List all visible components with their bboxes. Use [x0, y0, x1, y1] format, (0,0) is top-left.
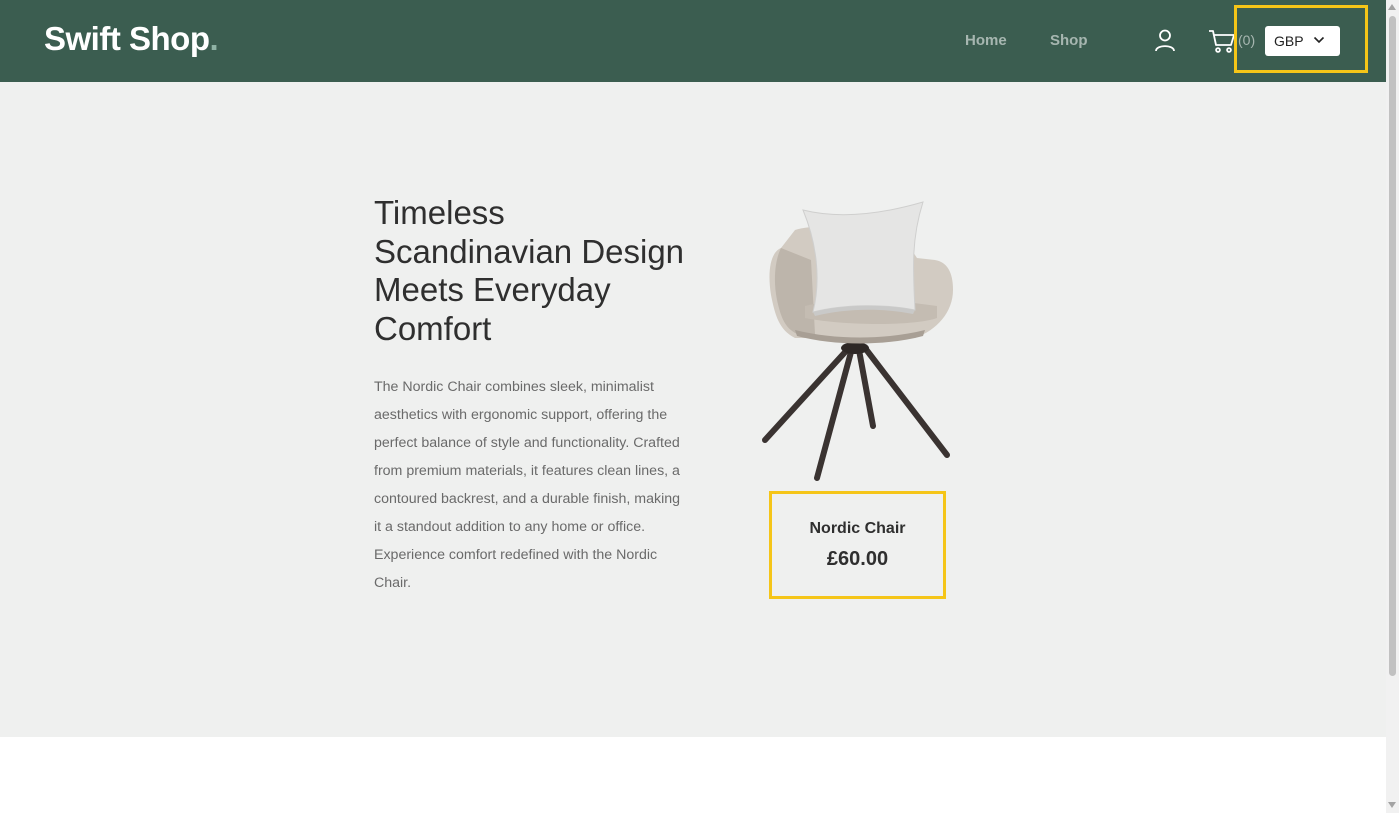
product-name[interactable]: Nordic Chair	[772, 520, 943, 538]
logo[interactable]: Swift Shop.	[44, 20, 219, 58]
site-header: Swift Shop. Home Shop (0) GBP	[0, 0, 1386, 82]
hero-description: The Nordic Chair combines sleek, minimal…	[374, 379, 681, 591]
nav-home-link[interactable]: Home	[965, 32, 1007, 49]
scroll-down-arrow-icon[interactable]	[1388, 802, 1396, 808]
currency-selected-value: GBP	[1274, 33, 1304, 49]
scroll-up-arrow-icon[interactable]	[1388, 4, 1396, 10]
cart-icon[interactable]	[1208, 28, 1236, 54]
logo-text: Swift Shop	[44, 20, 210, 57]
chevron-down-icon	[1313, 36, 1325, 44]
currency-select[interactable]: GBP	[1265, 26, 1340, 56]
scroll-thumb[interactable]	[1389, 16, 1396, 676]
product-price: £60.00	[826, 548, 889, 570]
page-scrollbar[interactable]	[1386, 0, 1399, 813]
product-card[interactable]: Nordic Chair £60.00	[769, 491, 946, 599]
hero-section: Timeless Scandinavian Design Meets Every…	[0, 82, 1386, 737]
nav-shop-link[interactable]: Shop	[1050, 32, 1088, 49]
hero-title: Timeless Scandinavian Design Meets Every…	[374, 194, 685, 347]
logo-dot: .	[209, 20, 219, 57]
chair-image[interactable]	[755, 200, 960, 485]
user-icon[interactable]	[1153, 28, 1177, 52]
